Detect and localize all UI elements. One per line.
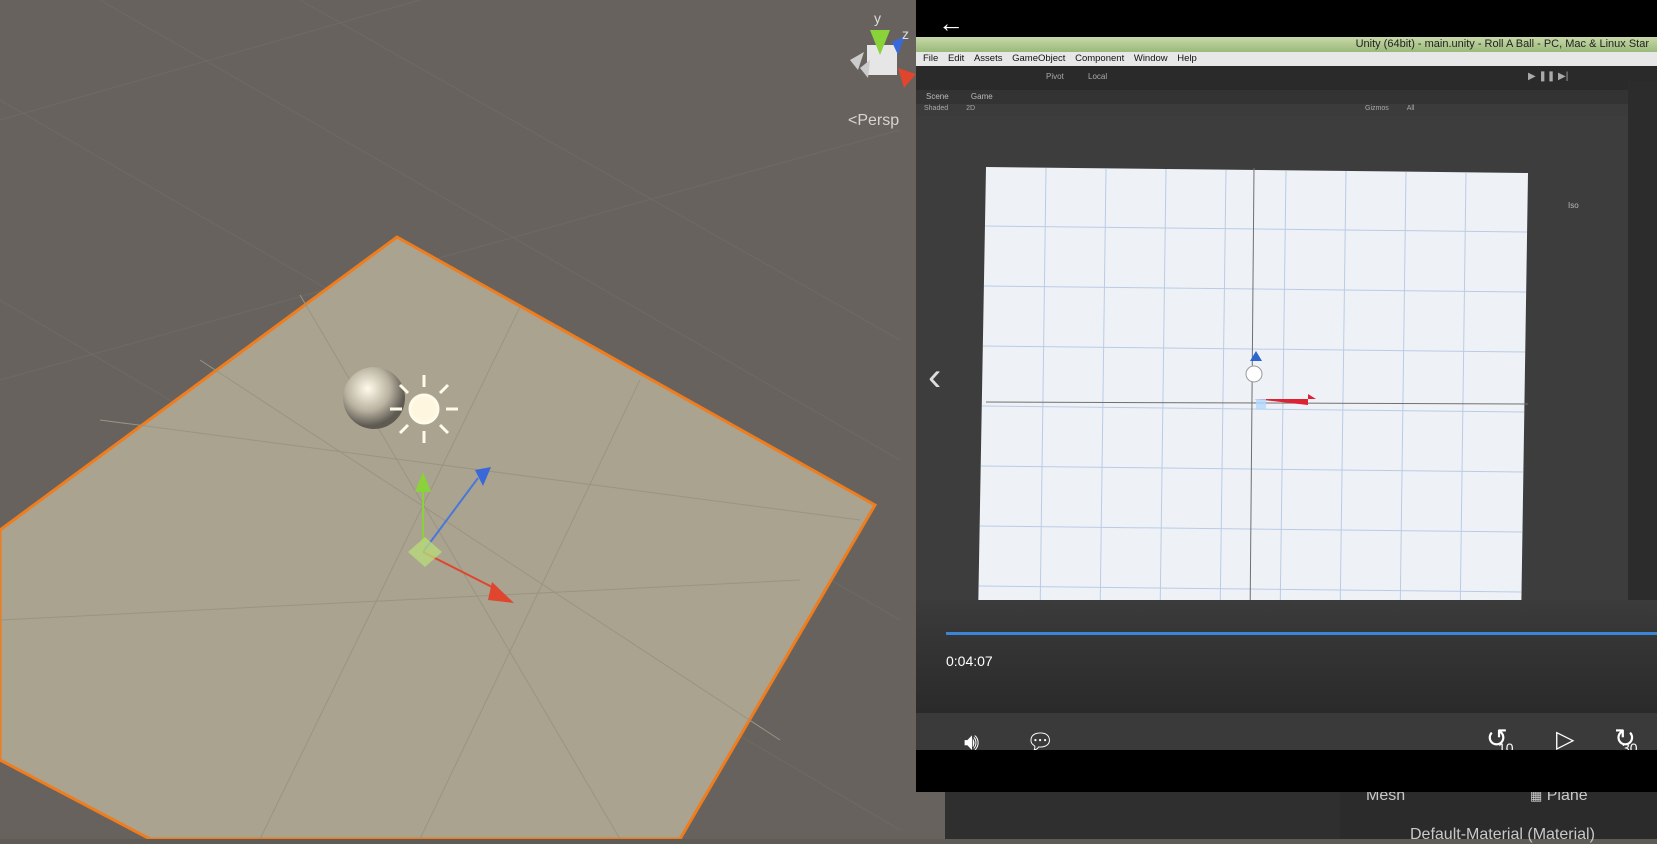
video-menubar: File Edit Assets GameObject Component Wi… [916,52,1657,66]
2d-label: 2D [966,105,976,112]
video-window-titlebar: Unity (64bit) - main.unity - Roll A Ball… [916,37,1657,52]
video-right-dock [1628,81,1657,641]
video-tabs: Scene Game [916,90,1657,104]
gizmo-z-label: z [902,26,909,42]
video-scene-bar: Shaded 2D Gizmos All [916,104,1657,116]
sun-light-icon [390,375,458,443]
menu-window: Window [1133,53,1168,64]
video-player[interactable]: ← Unity (64bit) - main.unity - Roll A Ba… [916,0,1657,792]
menu-component: Component [1075,53,1125,64]
menu-gameobject: GameObject [1012,53,1066,64]
gizmo-y-label: y [874,10,881,26]
menu-edit: Edit [947,53,965,64]
gizmos-label: Gizmos [1365,105,1389,112]
persp-toggle[interactable]: <Persp [848,112,899,130]
play-controls-icons: ▶ ❚❚ ▶| [1528,71,1569,82]
persp-label: Persp [857,112,900,129]
sphere-object [343,367,405,429]
video-toolbar: Pivot Local ▶ ❚❚ ▶| [916,66,1657,90]
back-arrow-icon[interactable]: ← [938,8,968,38]
ground-plane [0,235,878,839]
progress-bar[interactable] [946,632,1657,635]
chevron-left-icon: < [848,112,858,129]
player-controls-bar [916,600,1657,713]
all-label: All [1406,105,1415,112]
tab-game: Game [970,92,993,101]
time-display: 0:04:07 [946,653,993,669]
pivot-label: Pivot [1046,72,1064,81]
menu-file: File [923,53,939,64]
shaded-label: Shaded [924,105,949,112]
local-label: Local [1088,72,1108,81]
iso-label: Iso [1568,201,1579,210]
video-plane-svg [978,167,1529,626]
tab-scene: Scene [926,92,949,101]
chevron-left-icon[interactable]: ‹ [928,355,958,400]
player-bottom-bar [916,750,1657,792]
video-scene-area: Iso [916,116,1628,636]
menu-assets: Assets [973,53,1003,64]
play-icon: ▷ [1556,726,1575,753]
video-window-title: Unity (64bit) - main.unity - Roll A Ball… [1355,38,1649,50]
material-label: Default-Material (Material) [1410,826,1595,843]
menu-help: Help [1177,53,1197,64]
